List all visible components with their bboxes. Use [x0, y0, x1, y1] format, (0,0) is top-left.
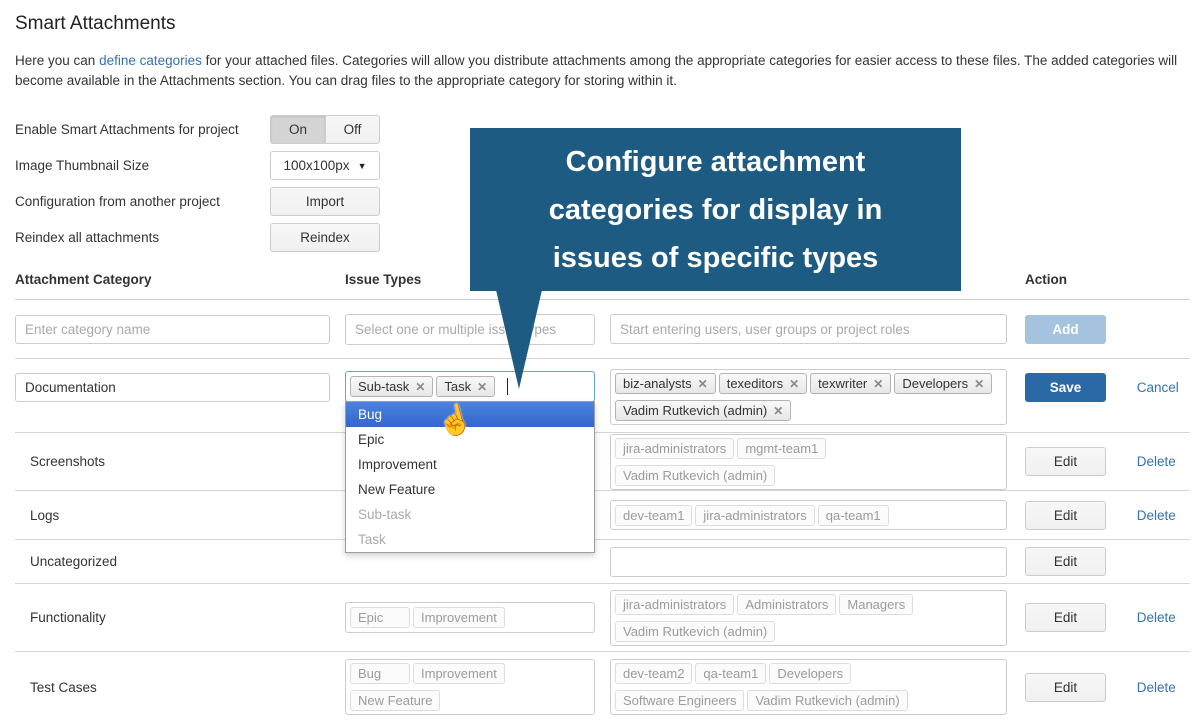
edit-button[interactable]: Edit [1025, 603, 1106, 632]
edit-button[interactable]: Edit [1025, 547, 1106, 576]
user-tag-disabled: qa-team1 [695, 663, 766, 684]
toggle-on-button[interactable]: On [270, 115, 325, 144]
enable-toggle: On Off [270, 115, 380, 144]
reindex-button[interactable]: Reindex [270, 223, 380, 252]
callout-banner: Configure attachment categories for disp… [470, 128, 961, 291]
add-category-row: Select one or multiple issue types Start… [15, 300, 1190, 359]
user-tag-disabled: dev-team1 [615, 505, 692, 526]
issue-tag-disabled: Bug [350, 663, 410, 684]
user-tag: Developers✕ [894, 373, 992, 394]
edit-issue-types-field[interactable]: Sub-task✕ Task✕ [345, 371, 595, 402]
user-tag-disabled: Vadim Rutkevich (admin) [747, 690, 907, 711]
user-tag: Vadim Rutkevich (admin)✕ [615, 400, 791, 421]
category-name: Uncategorized [15, 554, 345, 569]
user-tag-disabled: jira-administrators [615, 594, 734, 615]
user-tag: texwriter✕ [810, 373, 891, 394]
users-field: dev-team2 qa-team1 Developers Software E… [610, 659, 1007, 715]
issue-tag-disabled: New Feature [350, 690, 440, 711]
user-tag-disabled: Managers [839, 594, 913, 615]
user-tag-disabled: Vadim Rutkevich (admin) [615, 621, 775, 642]
thumbnail-label: Image Thumbnail Size [15, 158, 270, 173]
user-tag-disabled: Developers [769, 663, 851, 684]
users-field: jira-administrators mgmt-team1 Vadim Rut… [610, 434, 1007, 490]
delete-link[interactable]: Delete [1137, 508, 1176, 523]
category-row-functionality: Functionality Epic Improvement jira-admi… [15, 584, 1190, 652]
user-tag-disabled: qa-team1 [818, 505, 889, 526]
edit-button[interactable]: Edit [1025, 447, 1106, 476]
user-tag-disabled: Administrators [737, 594, 836, 615]
edit-category-name-input[interactable] [15, 373, 330, 402]
import-label: Configuration from another project [15, 194, 270, 209]
users-field: dev-team1 jira-administrators qa-team1 [610, 500, 1007, 530]
issue-types-field: Bug Improvement New Feature [345, 659, 595, 715]
edit-button[interactable]: Edit [1025, 673, 1106, 702]
remove-tag-icon[interactable]: ✕ [789, 377, 799, 391]
remove-tag-icon[interactable]: ✕ [873, 377, 883, 391]
select-caret-icon: ▼ [358, 161, 367, 171]
enable-label: Enable Smart Attachments for project [15, 122, 270, 137]
category-name-input[interactable] [15, 315, 330, 344]
users-field [610, 547, 1007, 577]
category-name: Screenshots [15, 454, 345, 469]
intro-text: Here you can define categories for your … [15, 51, 1178, 91]
delete-link[interactable]: Delete [1137, 680, 1176, 695]
smart-attachments-page: Smart Attachments Here you can define ca… [0, 0, 1193, 721]
page-title: Smart Attachments [15, 13, 1193, 35]
cancel-link[interactable]: Cancel [1137, 380, 1179, 395]
remove-tag-icon[interactable]: ✕ [698, 377, 708, 391]
remove-tag-icon[interactable]: ✕ [974, 377, 984, 391]
user-tag-disabled: mgmt-team1 [737, 438, 826, 459]
dropdown-option-task: Task [346, 527, 594, 552]
issue-tag: Sub-task✕ [350, 376, 433, 397]
user-tag-disabled: Vadim Rutkevich (admin) [615, 465, 775, 486]
remove-tag-icon[interactable]: ✕ [415, 380, 425, 394]
toggle-off-button[interactable]: Off [325, 115, 380, 144]
category-name: Logs [15, 508, 345, 523]
category-row-uncategorized: Uncategorized Edit [15, 540, 1190, 584]
category-name: Functionality [15, 610, 345, 625]
editing-row-documentation: Sub-task✕ Task✕ biz-analysts✕ texeditors… [15, 359, 1190, 433]
user-tag-disabled: Software Engineers [615, 690, 744, 711]
remove-tag-icon[interactable]: ✕ [773, 404, 783, 418]
add-button[interactable]: Add [1025, 315, 1106, 344]
thumbnail-size-select[interactable]: 100x100px ▼ [270, 151, 380, 180]
issue-types-field: Epic Improvement [345, 602, 595, 633]
delete-link[interactable]: Delete [1137, 454, 1176, 469]
issue-tag-disabled: Improvement [413, 607, 505, 628]
header-attachment-category: Attachment Category [15, 272, 345, 287]
thumbnail-size-value: 100x100px [284, 158, 350, 173]
save-button[interactable]: Save [1025, 373, 1106, 402]
categories-table: Attachment Category Issue Types Action S… [15, 266, 1190, 721]
dropdown-option-improvement[interactable]: Improvement [346, 452, 594, 477]
users-input[interactable]: Start entering users, user groups or pro… [610, 314, 1007, 344]
issue-types-input[interactable]: Select one or multiple issue types [345, 314, 595, 345]
category-row-logs: Logs dev-team1 jira-administrators qa-te… [15, 491, 1190, 540]
category-row-test-cases: Test Cases Bug Improvement New Feature d… [15, 652, 1190, 721]
import-button[interactable]: Import [270, 187, 380, 216]
category-name: Test Cases [15, 680, 345, 695]
reindex-label: Reindex all attachments [15, 230, 270, 245]
issue-tag-disabled: Improvement [413, 663, 505, 684]
user-tag: biz-analysts✕ [615, 373, 716, 394]
users-field: jira-administrators Administrators Manag… [610, 590, 1007, 646]
delete-link[interactable]: Delete [1137, 610, 1176, 625]
user-tag: texeditors✕ [719, 373, 807, 394]
define-categories-link[interactable]: define categories [99, 53, 202, 68]
category-row-screenshots: Screenshots jira-administrators mgmt-tea… [15, 433, 1190, 491]
remove-tag-icon[interactable]: ✕ [477, 380, 487, 394]
callout-pointer-arrow [496, 290, 542, 389]
issue-tag-disabled: Epic [350, 607, 410, 628]
intro-before-link: Here you can [15, 53, 95, 68]
user-tag-disabled: jira-administrators [615, 438, 734, 459]
edit-button[interactable]: Edit [1025, 501, 1106, 530]
user-tag-disabled: dev-team2 [615, 663, 692, 684]
issue-tag: Task✕ [436, 376, 495, 397]
dropdown-option-sub-task: Sub-task [346, 502, 594, 527]
user-tag-disabled: jira-administrators [695, 505, 814, 526]
header-action: Action [1025, 272, 1190, 287]
edit-users-field[interactable]: biz-analysts✕ texeditors✕ texwriter✕ Dev… [610, 369, 1007, 425]
dropdown-option-new-feature[interactable]: New Feature [346, 477, 594, 502]
